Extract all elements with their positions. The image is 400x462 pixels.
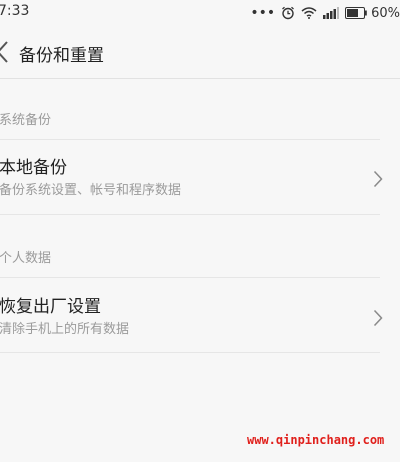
divider xyxy=(0,352,380,353)
divider xyxy=(0,214,380,215)
item-subtitle: 清除手机上的所有数据 xyxy=(0,322,130,337)
alarm-icon xyxy=(282,6,295,20)
chevron-right-icon xyxy=(373,309,383,327)
more-dots-icon: ••• xyxy=(250,5,276,21)
list-item-factory-reset[interactable]: 恢复出厂设置 清除手机上的所有数据 xyxy=(0,285,400,355)
section-header-personal-data: 个人数据 xyxy=(0,251,52,266)
watermark-text: www.qinpinchang.com xyxy=(247,433,385,447)
wifi-icon xyxy=(301,7,317,19)
item-title: 恢复出厂设置 xyxy=(0,297,101,317)
status-bar: 7:33 ••• 60% xyxy=(0,0,400,26)
section-header-system-backup: 系统备份 xyxy=(0,113,52,128)
list-item-local-backup[interactable]: 本地备份 备份系统设置、帐号和程序数据 xyxy=(0,146,400,216)
chevron-right-icon xyxy=(373,170,383,188)
status-icons: ••• 60% xyxy=(244,4,400,22)
back-chevron-icon[interactable] xyxy=(0,40,10,64)
status-time: 7:33 xyxy=(0,3,30,19)
settings-list: 系统备份 本地备份 备份系统设置、帐号和程序数据 个人数据 恢复出厂设置 清除手… xyxy=(0,79,400,462)
title-bar: 备份和重置 xyxy=(0,26,400,79)
item-title: 本地备份 xyxy=(0,158,67,178)
divider xyxy=(0,277,380,278)
battery-percent: 60% xyxy=(371,5,400,21)
item-subtitle: 备份系统设置、帐号和程序数据 xyxy=(0,183,182,198)
divider xyxy=(0,139,380,140)
signal-icon xyxy=(323,7,340,19)
battery-icon xyxy=(345,7,367,19)
page-title: 备份和重置 xyxy=(19,46,104,66)
